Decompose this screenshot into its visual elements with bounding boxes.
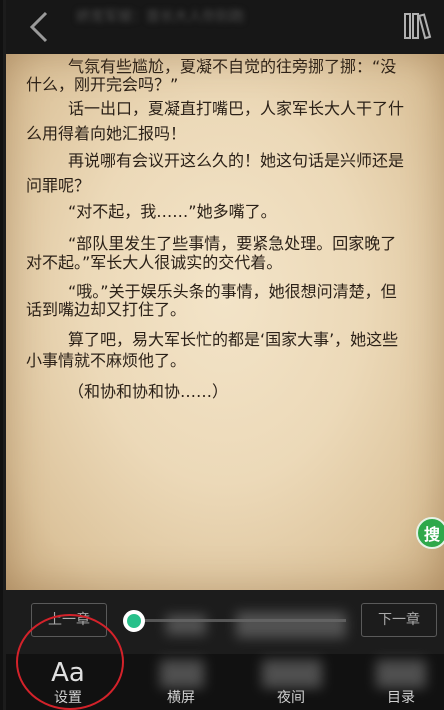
nav-toc[interactable]: 目录 (356, 654, 444, 710)
text-line: 么用得着向她汇报吗！ (26, 124, 187, 143)
text-line: “对不起，我……”她多嘴了。 (68, 202, 277, 221)
text-line: 小事情就不麻烦他了。 (26, 351, 187, 370)
landscape-icon (160, 660, 204, 688)
next-chapter-button[interactable]: 下一章 (361, 603, 437, 637)
progress-slider-knob[interactable] (123, 610, 145, 632)
nav-landscape[interactable]: 横屏 (136, 654, 226, 710)
text-line: 什么，刚开完会吗？” (26, 75, 179, 94)
highlight-circle (16, 614, 124, 710)
text-line: 问罪呢？ (26, 176, 91, 195)
reading-page[interactable]: 气氛有些尴尬，夏凝不自觉的往旁挪了挪：“没 什么，刚开完会吗？” 话一出口，夏凝… (6, 54, 444, 590)
nav-label: 目录 (387, 690, 415, 706)
bookshelf-icon (404, 13, 432, 40)
text-line: “哦。”关于娱乐头条的事情，她很想问清楚，但 (68, 282, 397, 301)
text-line: 算了吧，易大军长忙的都是‘国家大事’，她这些 (68, 330, 399, 349)
night-mode-icon (262, 660, 322, 688)
text-line: 对不起。”军长大人很诚实的交代着。 (26, 253, 283, 272)
text-line: （和协和协和协……） (68, 382, 229, 401)
nav-night[interactable]: 夜间 (246, 654, 336, 710)
blurred-region (166, 615, 206, 635)
bookshelf-button[interactable] (402, 10, 436, 42)
text-line: 话一出口，夏凝直打嘴巴，人家军长大人干了什 (68, 99, 405, 118)
nav-label: 夜间 (277, 690, 305, 706)
blurred-region (236, 612, 346, 638)
search-button[interactable]: 搜 (416, 517, 444, 549)
toc-icon (376, 660, 426, 688)
text-line: 话到嘴边却又打住了。 (26, 300, 187, 319)
text-line: 气氛有些尴尬，夏凝不自觉的往旁挪了挪：“没 (68, 57, 397, 76)
nav-label: 横屏 (167, 690, 195, 706)
back-button[interactable] (24, 10, 54, 44)
chevron-left-icon (29, 11, 48, 43)
top-bar: 娇宠军嫂：首长大人你别跑 (6, 0, 444, 54)
chapter-title: 娇宠军嫂：首长大人你别跑 (76, 9, 244, 24)
text-line: 再说哪有会议开这么久的！她这句话是兴师还是 (68, 151, 405, 170)
reader-screen: 娇宠军嫂：首长大人你别跑 气氛有些尴尬，夏凝不自觉的往旁挪了挪：“没 什么，刚开… (0, 0, 444, 710)
text-line: “部队里发生了些事情，要紧急处理。回家晚了 (68, 234, 397, 253)
